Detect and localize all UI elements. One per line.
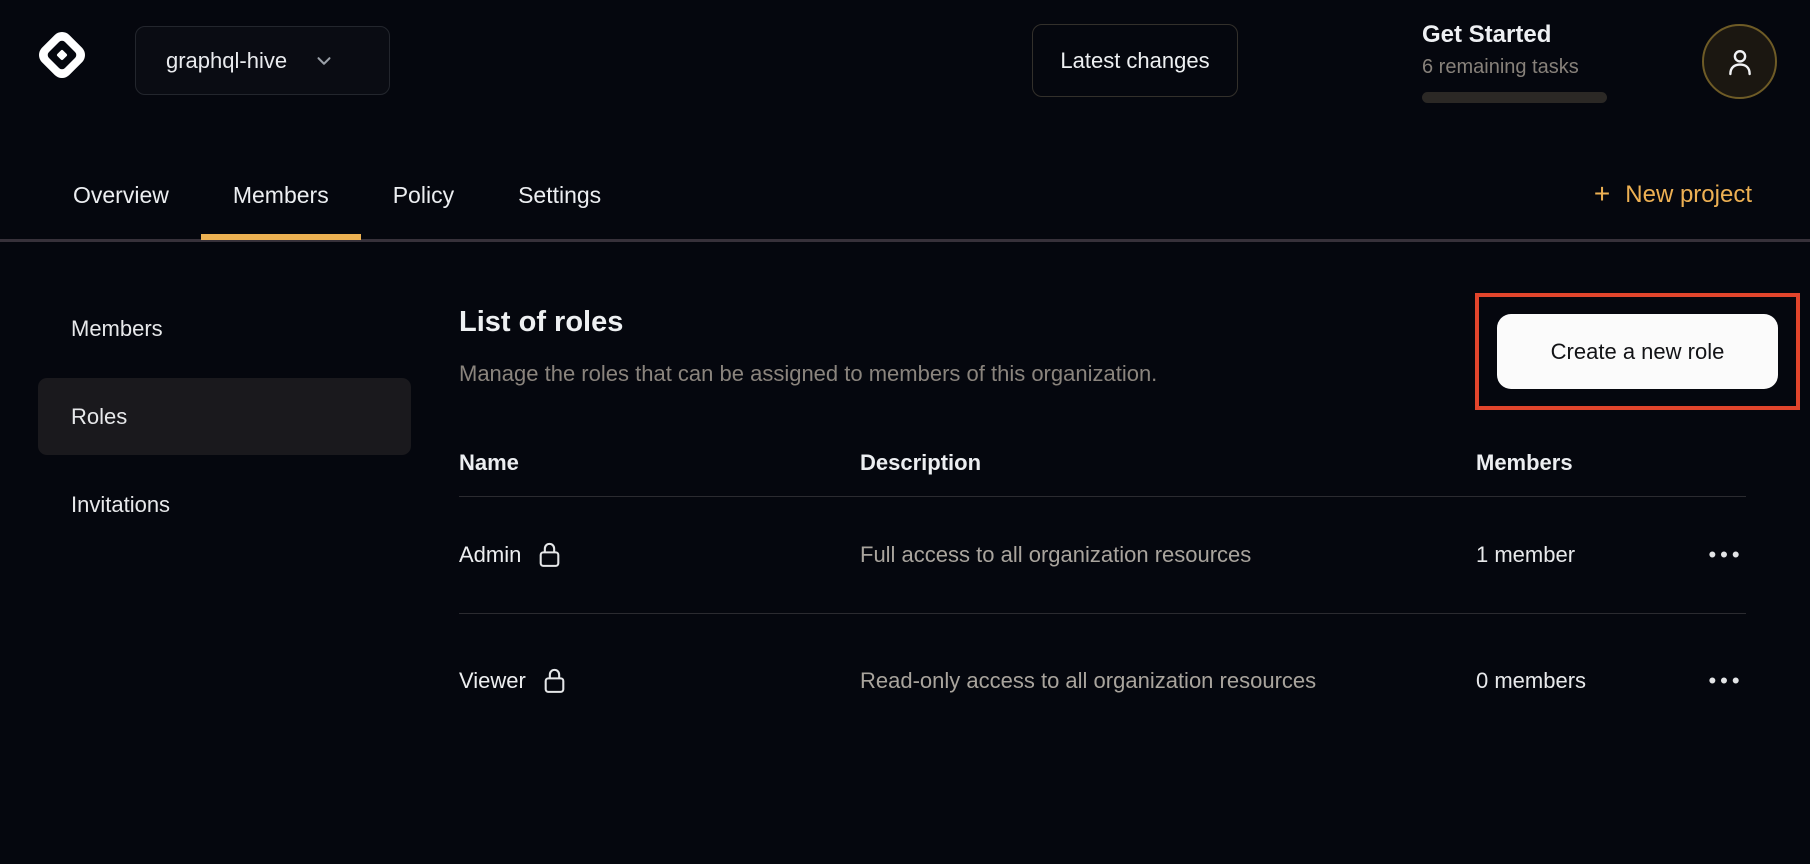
page-title: List of roles (459, 306, 623, 339)
column-header-description: Description (860, 450, 1476, 476)
get-started-progress-bar (1422, 92, 1607, 103)
ellipsis-icon: ••• (1708, 542, 1743, 567)
sidebar-item-invitations[interactable]: Invitations (38, 466, 411, 543)
role-name: Admin (459, 542, 521, 568)
new-project-label: New project (1625, 181, 1752, 209)
role-member-count: 1 member (1476, 542, 1706, 568)
organization-name: graphql-hive (166, 48, 287, 74)
create-new-role-button[interactable]: Create a new role (1497, 314, 1778, 389)
annotation-highlight-box: Create a new role (1475, 293, 1800, 410)
role-member-count: 0 members (1476, 668, 1706, 694)
plus-icon: + (1594, 180, 1610, 208)
ellipsis-icon: ••• (1708, 668, 1743, 693)
lock-icon (537, 541, 562, 570)
table-row: Admin Full access to all organization re… (459, 497, 1746, 614)
hive-logo-icon[interactable] (33, 26, 91, 84)
get-started-widget[interactable]: Get Started 6 remaining tasks (1422, 20, 1608, 103)
sidebar-item-members[interactable]: Members (38, 290, 411, 367)
column-header-members: Members (1476, 450, 1706, 476)
get-started-title: Get Started (1422, 20, 1608, 50)
tab-members[interactable]: Members (201, 150, 361, 240)
organization-switcher[interactable]: graphql-hive (135, 26, 390, 95)
page-subtitle: Manage the roles that can be assigned to… (459, 361, 1157, 387)
lock-icon (542, 667, 567, 696)
roles-table: Name Description Members Admin Full acce… (459, 430, 1746, 748)
role-description: Full access to all organization resource… (860, 536, 1360, 574)
tab-policy[interactable]: Policy (361, 150, 486, 240)
role-description: Read-only access to all organization res… (860, 662, 1360, 700)
column-header-name: Name (459, 450, 860, 476)
table-header-row: Name Description Members (459, 430, 1746, 497)
get-started-remaining-tasks: 6 remaining tasks (1422, 54, 1608, 80)
tab-settings[interactable]: Settings (486, 150, 633, 240)
person-icon (1723, 45, 1757, 79)
members-sidebar: Members Roles Invitations (38, 290, 411, 543)
latest-changes-button[interactable]: Latest changes (1032, 24, 1238, 97)
sidebar-item-roles[interactable]: Roles (38, 378, 411, 455)
table-row: Viewer Read-only access to all organizat… (459, 614, 1746, 748)
row-actions-menu-button[interactable]: ••• (1706, 664, 1745, 698)
user-avatar-button[interactable] (1702, 24, 1777, 99)
new-project-button[interactable]: + New project (1594, 150, 1752, 240)
row-actions-menu-button[interactable]: ••• (1706, 538, 1745, 572)
chevron-down-icon (313, 50, 335, 72)
organization-tabs: Overview Members Policy Settings (41, 150, 633, 240)
tab-overview[interactable]: Overview (41, 150, 201, 240)
organization-roles-page: graphql-hive Latest changes Get Started … (0, 0, 1810, 864)
role-name: Viewer (459, 668, 526, 694)
